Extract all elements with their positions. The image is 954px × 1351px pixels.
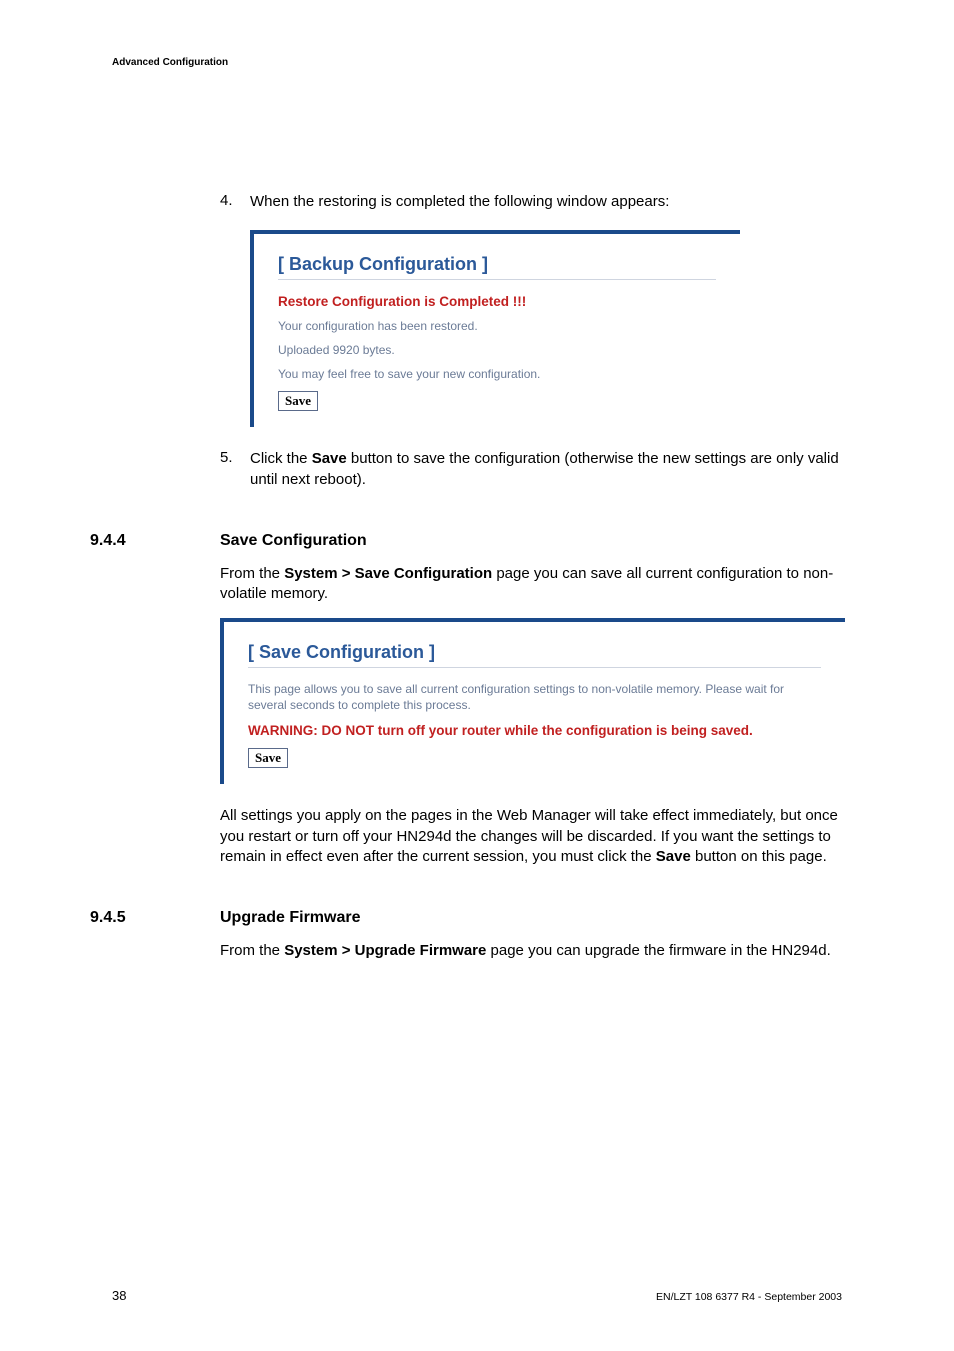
section-title: Save Configuration <box>220 532 367 550</box>
step-number: 5. <box>220 449 250 490</box>
save-config-text: This page allows you to save all current… <box>248 682 821 713</box>
doc-id: EN/LZT 108 6377 R4 - September 2003 <box>656 1291 842 1303</box>
step-text: When the restoring is completed the foll… <box>250 192 860 212</box>
save-warning: WARNING: DO NOT turn off your router whi… <box>248 723 821 738</box>
list-item: 4. When the restoring is completed the f… <box>220 192 860 212</box>
bold-path: System > Upgrade Firmware <box>284 942 486 959</box>
section-heading: 9.4.5 Upgrade Firmware <box>220 909 860 927</box>
restore-line: Your configuration has been restored. <box>278 319 716 333</box>
section-number: 9.4.5 <box>90 909 126 927</box>
screenshot-title: [ Save Configuration ] <box>248 642 821 668</box>
backup-config-screenshot: [ Backup Configuration ] Restore Configu… <box>250 230 740 427</box>
step-text: Click the Save button to save the config… <box>250 449 860 490</box>
bold-save: Save <box>656 848 691 865</box>
restore-line: You may feel free to save your new confi… <box>278 367 716 381</box>
page-header: Advanced Configuration <box>112 57 228 68</box>
section-title: Upgrade Firmware <box>220 909 360 927</box>
save-button[interactable]: Save <box>248 748 288 768</box>
bold-path: System > Save Configuration <box>284 565 492 582</box>
text-span: From the <box>220 565 284 582</box>
text-span: Click the <box>250 450 312 467</box>
text-span: page you can upgrade the firmware in the… <box>486 942 830 959</box>
save-config-screenshot: [ Save Configuration ] This page allows … <box>220 618 845 784</box>
save-button[interactable]: Save <box>278 391 318 411</box>
section-number: 9.4.4 <box>90 532 126 550</box>
body-paragraph: All settings you apply on the pages in t… <box>220 806 860 867</box>
bold-save: Save <box>312 450 347 467</box>
text-span: button on this page. <box>691 848 827 865</box>
body-paragraph: From the System > Upgrade Firmware page … <box>220 941 860 961</box>
restore-completed-heading: Restore Configuration is Completed !!! <box>278 294 716 309</box>
text-span: From the <box>220 942 284 959</box>
list-item: 5. Click the Save button to save the con… <box>220 449 860 490</box>
main-content: 4. When the restoring is completed the f… <box>220 192 860 971</box>
step-number: 4. <box>220 192 250 212</box>
page-number: 38 <box>112 1288 126 1303</box>
restore-line: Uploaded 9920 bytes. <box>278 343 716 357</box>
screenshot-title: [ Backup Configuration ] <box>278 254 716 280</box>
body-paragraph: From the System > Save Configuration pag… <box>220 564 860 605</box>
section-heading: 9.4.4 Save Configuration <box>220 532 860 550</box>
